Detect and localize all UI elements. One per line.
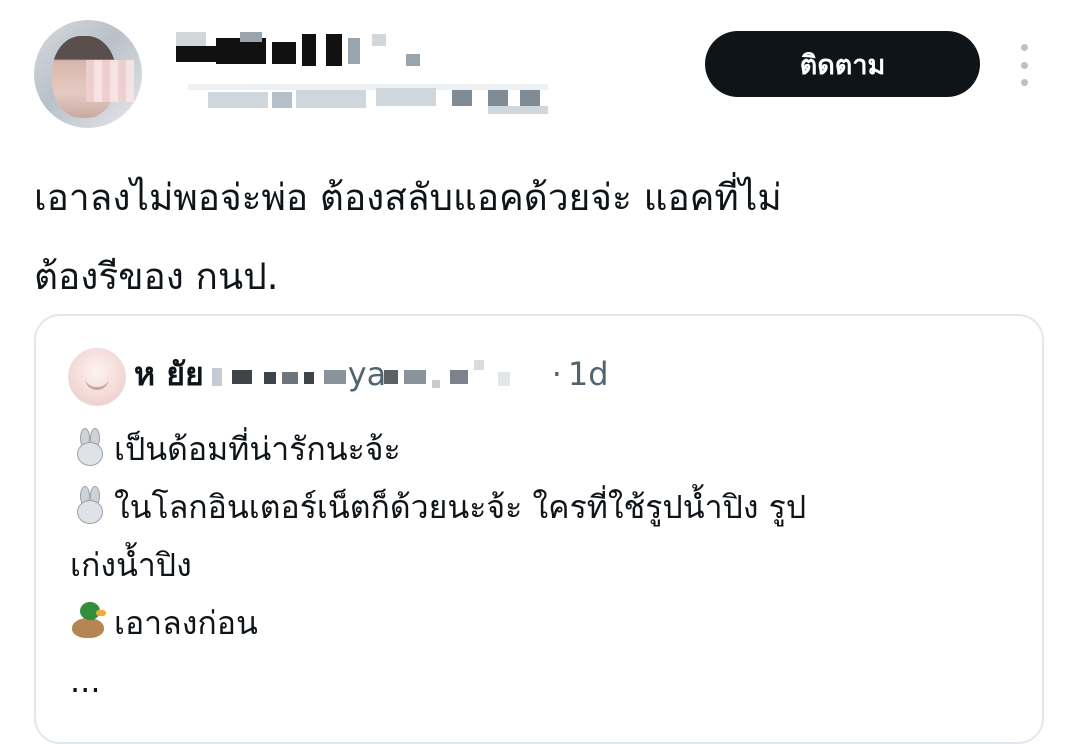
quoted-author-censored: ya <box>208 354 538 394</box>
quoted-line: ... <box>70 652 1030 710</box>
rabbit-icon <box>70 486 108 524</box>
quoted-line-text: ในโลกอินเตอร์เน็ตก็ด้วยนะจ้ะ ใครที่ใช้รู… <box>114 488 807 526</box>
quoted-line-text: เอาลงก่อน <box>114 604 258 642</box>
tweet-text: เอาลงไม่พอจ่ะพ่อ ต้องสลับแอคด้วยจ่ะ แอคท… <box>34 158 1044 316</box>
quoted-line-text: ... <box>70 662 101 700</box>
duck-icon <box>70 602 108 640</box>
avatar-blur <box>86 60 134 102</box>
more-options-icon[interactable] <box>1010 44 1038 86</box>
author-name-censored[interactable] <box>176 32 436 72</box>
dot <box>1020 61 1028 69</box>
follow-button[interactable]: ติดตาม <box>705 31 980 97</box>
quoted-line-text: เป็นด้อมที่น่ารักนะจ้ะ <box>114 430 401 468</box>
quoted-author-name[interactable]: ห ยัย <box>134 354 204 394</box>
author-avatar[interactable] <box>34 20 142 128</box>
quoted-tweet-header: ห ยัย ya · 1d <box>134 354 994 394</box>
dot <box>1020 44 1028 51</box>
quoted-line-text: เก่งน้ำปิง <box>70 546 192 584</box>
rabbit-icon <box>70 428 108 466</box>
dot <box>1020 79 1028 86</box>
quoted-tweet-body: เป็นด้อมที่น่ารักนะจ้ะ ในโลกอินเตอร์เน็ต… <box>70 420 1030 710</box>
quoted-author-avatar[interactable] <box>68 348 126 406</box>
tweet-text-line-1: เอาลงไม่พอจ่ะพ่อ ต้องสลับแอคด้วยจ่ะ แอคท… <box>34 176 782 219</box>
quoted-line: เป็นด้อมที่น่ารักนะจ้ะ <box>70 420 1030 478</box>
author-handle-censored <box>188 84 548 114</box>
separator-dot: · <box>551 355 562 393</box>
quoted-tweet-card[interactable]: ห ยัย ya · 1d เป็นด้อมที่น่ารักนะจ้ะ ในโ… <box>34 314 1044 744</box>
quoted-handle-fragment: ya <box>347 355 387 393</box>
quoted-tweet-time[interactable]: 1d <box>568 354 609 394</box>
quoted-line: ในโลกอินเตอร์เน็ตก็ด้วยนะจ้ะ ใครที่ใช้รู… <box>70 478 1030 536</box>
quoted-line: เก่งน้ำปิง <box>70 536 1030 594</box>
tweet-text-line-2: ต้องรีของ กนป. <box>34 255 279 298</box>
quoted-line: เอาลงก่อน <box>70 594 1030 652</box>
